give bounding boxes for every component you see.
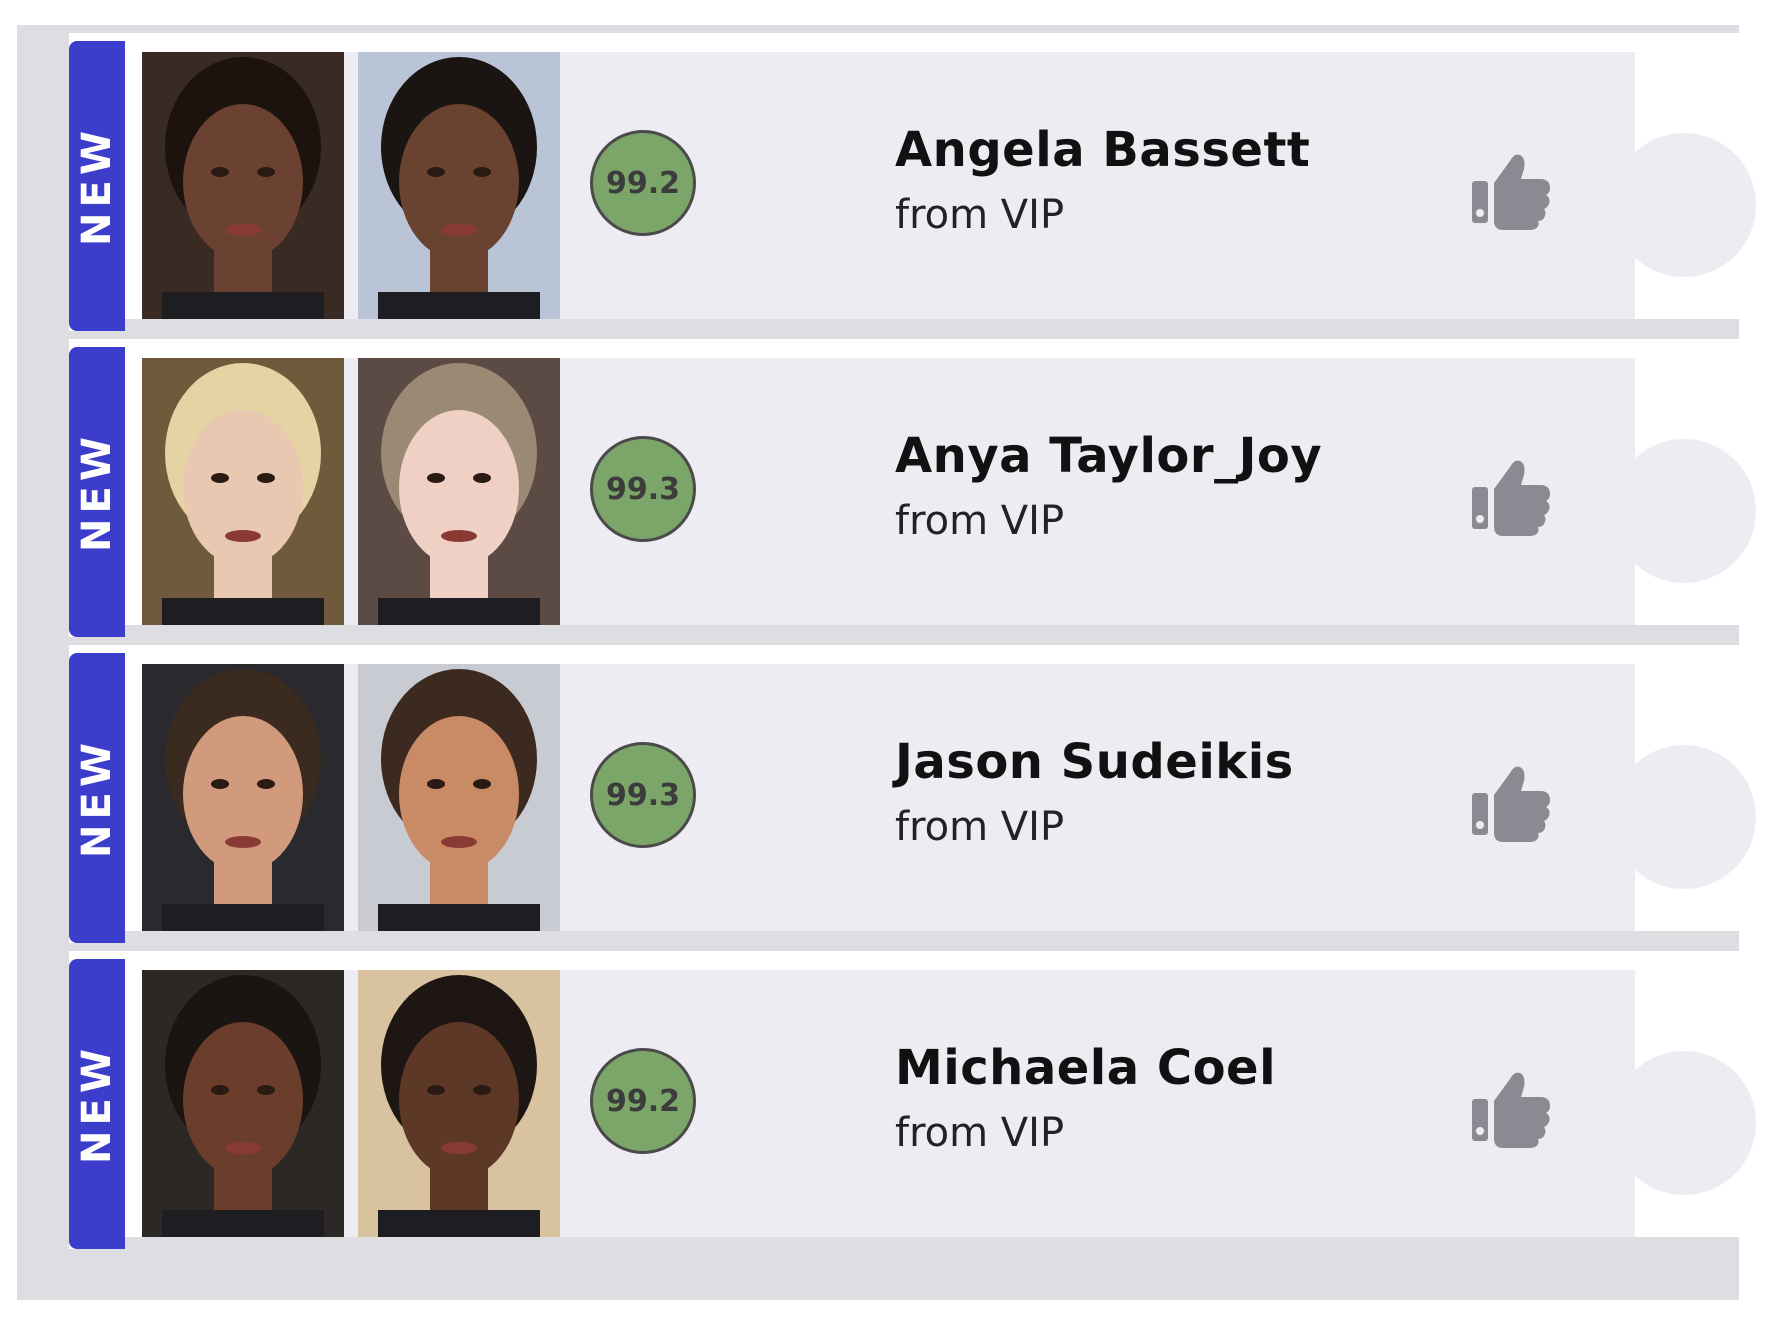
match-photo-2 xyxy=(358,358,560,625)
row-divider xyxy=(125,1237,1739,1249)
like-button[interactable] xyxy=(1464,753,1556,845)
portrait-image xyxy=(358,664,560,931)
match-card[interactable]: 99.2 Angela Bassett from VIP xyxy=(142,52,1635,319)
thumbs-up-icon xyxy=(1472,766,1550,842)
similarity-score-badge: 99.3 xyxy=(590,436,696,542)
match-photo-2 xyxy=(358,970,560,1237)
like-button[interactable] xyxy=(1464,1059,1556,1151)
portrait-image xyxy=(142,358,344,625)
new-badge-label: NEW xyxy=(74,432,120,552)
match-photo-1 xyxy=(142,358,344,625)
row-divider xyxy=(125,319,1739,331)
match-source: from VIP xyxy=(895,192,1065,238)
similarity-score-badge: 99.2 xyxy=(590,1048,696,1154)
like-button-backdrop xyxy=(1612,1051,1756,1195)
match-card[interactable]: 99.3 Jason Sudeikis from VIP xyxy=(142,664,1635,931)
portrait-image xyxy=(142,970,344,1237)
match-source: from VIP xyxy=(895,804,1065,850)
match-list: NEW 99.2 Angela Bassett from VIP NEW 99.… xyxy=(17,25,1756,1300)
thumbs-up-icon xyxy=(1472,1072,1550,1148)
portrait-image xyxy=(358,358,560,625)
match-row[interactable]: NEW 99.3 Jason Sudeikis from VIP xyxy=(69,645,1756,943)
similarity-score-badge: 99.3 xyxy=(590,742,696,848)
match-row[interactable]: NEW 99.3 Anya Taylor_Joy from VIP xyxy=(69,339,1756,637)
like-button[interactable] xyxy=(1464,447,1556,539)
portrait-image xyxy=(358,52,560,319)
match-photo-1 xyxy=(142,52,344,319)
new-badge-label: NEW xyxy=(74,738,120,858)
match-photo-2 xyxy=(358,52,560,319)
new-badge: NEW xyxy=(69,653,125,943)
similarity-score-badge: 99.2 xyxy=(590,130,696,236)
match-list-frame: NEW 99.2 Angela Bassett from VIP NEW 99.… xyxy=(17,25,1756,1300)
celebrity-name: Angela Bassett xyxy=(895,122,1311,178)
match-source: from VIP xyxy=(895,1110,1065,1156)
new-badge: NEW xyxy=(69,41,125,331)
match-photo-1 xyxy=(142,970,344,1237)
match-photo-2 xyxy=(358,664,560,931)
match-source: from VIP xyxy=(895,498,1065,544)
match-row[interactable]: NEW 99.2 Michaela Coel from VIP xyxy=(69,951,1756,1249)
row-divider xyxy=(125,931,1739,943)
match-photo-1 xyxy=(142,664,344,931)
like-button-backdrop xyxy=(1612,133,1756,277)
new-badge-label: NEW xyxy=(74,1044,120,1164)
thumbs-up-icon xyxy=(1472,154,1550,230)
row-divider xyxy=(125,625,1739,637)
new-badge: NEW xyxy=(69,959,125,1249)
portrait-image xyxy=(142,664,344,931)
celebrity-name: Anya Taylor_Joy xyxy=(895,428,1323,484)
celebrity-name: Michaela Coel xyxy=(895,1040,1277,1096)
thumbs-up-icon xyxy=(1472,460,1550,536)
like-button-backdrop xyxy=(1612,439,1756,583)
celebrity-name: Jason Sudeikis xyxy=(895,734,1294,790)
new-badge-label: NEW xyxy=(74,126,120,246)
portrait-image xyxy=(142,52,344,319)
match-row[interactable]: NEW 99.2 Angela Bassett from VIP xyxy=(69,33,1756,331)
like-button-backdrop xyxy=(1612,745,1756,889)
new-badge: NEW xyxy=(69,347,125,637)
match-card[interactable]: 99.2 Michaela Coel from VIP xyxy=(142,970,1635,1237)
match-card[interactable]: 99.3 Anya Taylor_Joy from VIP xyxy=(142,358,1635,625)
like-button[interactable] xyxy=(1464,141,1556,233)
portrait-image xyxy=(358,970,560,1237)
